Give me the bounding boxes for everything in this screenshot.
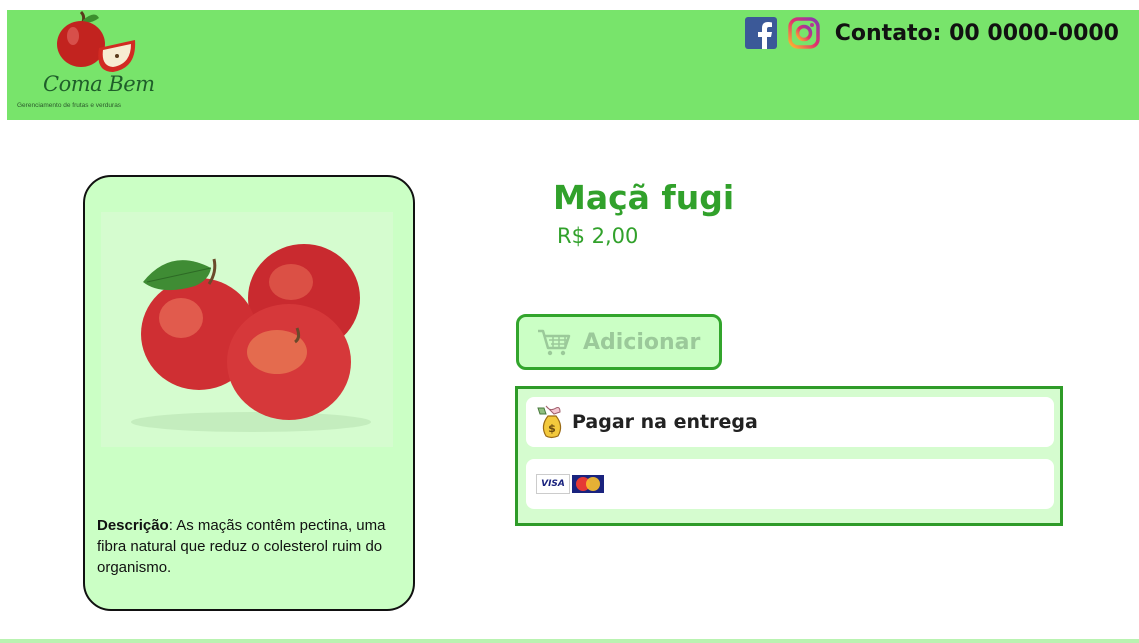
payment-options: $ Pagar na entrega VISA [515, 386, 1063, 526]
product-card: Descrição: As maçãs contêm pectina, uma … [83, 175, 415, 611]
pay-on-delivery-option[interactable]: $ Pagar na entrega [526, 397, 1054, 447]
product-image [101, 212, 393, 447]
header: Coma Bem Gerenciamento de frutas e verdu… [7, 10, 1139, 120]
contact-info: Contato: 00 0000-0000 [834, 20, 1119, 46]
product-description: Descrição: As maçãs contêm pectina, uma … [97, 515, 409, 578]
mastercard-icon [572, 475, 604, 493]
brand-tagline: Gerenciamento de frutas e verduras [17, 102, 122, 109]
product-title: Maçã fugi [553, 178, 735, 217]
instagram-icon[interactable] [787, 16, 821, 50]
logo[interactable]: Coma Bem Gerenciamento de frutas e verdu… [17, 10, 187, 120]
apple-logo-icon [57, 10, 136, 72]
social-bar: Contato: 00 0000-0000 [744, 16, 1119, 50]
facebook-icon[interactable] [744, 17, 777, 49]
money-bag-icon: $ [537, 405, 562, 439]
add-to-cart-label: Adicionar [583, 329, 701, 355]
description-label: Descrição [97, 517, 169, 534]
product-price: R$ 2,00 [557, 224, 639, 248]
add-to-cart-button[interactable]: Adicionar [516, 314, 722, 370]
visa-icon: VISA [536, 474, 570, 494]
brand-name: Coma Bem [43, 72, 155, 96]
pay-on-delivery-label: Pagar na entrega [572, 411, 758, 433]
svg-text:$: $ [548, 422, 556, 435]
footer-divider [0, 639, 1139, 643]
card-payment-option[interactable]: VISA [526, 459, 1054, 509]
cart-icon [538, 329, 571, 356]
visa-label: VISA [541, 479, 565, 489]
